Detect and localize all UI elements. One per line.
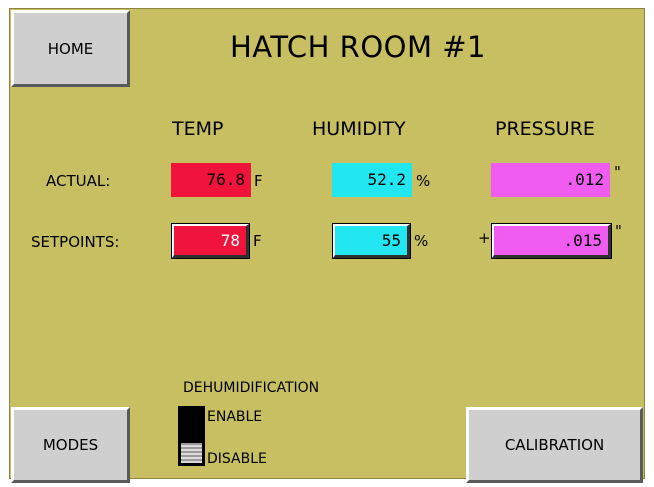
calibration-button[interactable]: CALIBRATION: [466, 407, 643, 483]
setpoint-humidity-unit: %: [414, 232, 429, 250]
actual-row-label: ACTUAL:: [46, 172, 111, 190]
setpoint-temp-unit: F: [253, 232, 262, 250]
setpoint-humidity-input[interactable]: 55: [332, 223, 411, 259]
setpoints-row-label: SETPOINTS:: [31, 233, 120, 251]
actual-pressure-unit: ": [614, 163, 621, 181]
setpoint-pressure-unit: ": [615, 222, 622, 240]
page-title: HATCH ROOM #1: [230, 30, 486, 64]
dehumidification-toggle[interactable]: [178, 406, 205, 466]
modes-button[interactable]: MODES: [11, 407, 130, 483]
dehumidification-label: DEHUMIDIFICATION: [183, 380, 320, 396]
actual-temp-value: 76.8: [171, 163, 251, 197]
toggle-knob: [181, 443, 202, 463]
humidity-heading: HUMIDITY: [312, 118, 406, 140]
home-button[interactable]: HOME: [11, 10, 130, 87]
actual-pressure-value: .012: [491, 163, 610, 197]
setpoint-temp-input[interactable]: 78: [171, 223, 250, 259]
setpoint-pressure-input[interactable]: .015: [491, 223, 612, 259]
actual-temp-unit: F: [254, 172, 263, 190]
actual-humidity-unit: %: [416, 172, 431, 190]
disable-label[interactable]: DISABLE: [207, 451, 267, 467]
enable-label[interactable]: ENABLE: [207, 409, 262, 425]
pressure-heading: PRESSURE: [495, 118, 595, 140]
actual-humidity-value: 52.2: [332, 163, 412, 197]
setpoint-pressure-sign: +: [478, 229, 491, 247]
temp-heading: TEMP: [172, 118, 224, 140]
